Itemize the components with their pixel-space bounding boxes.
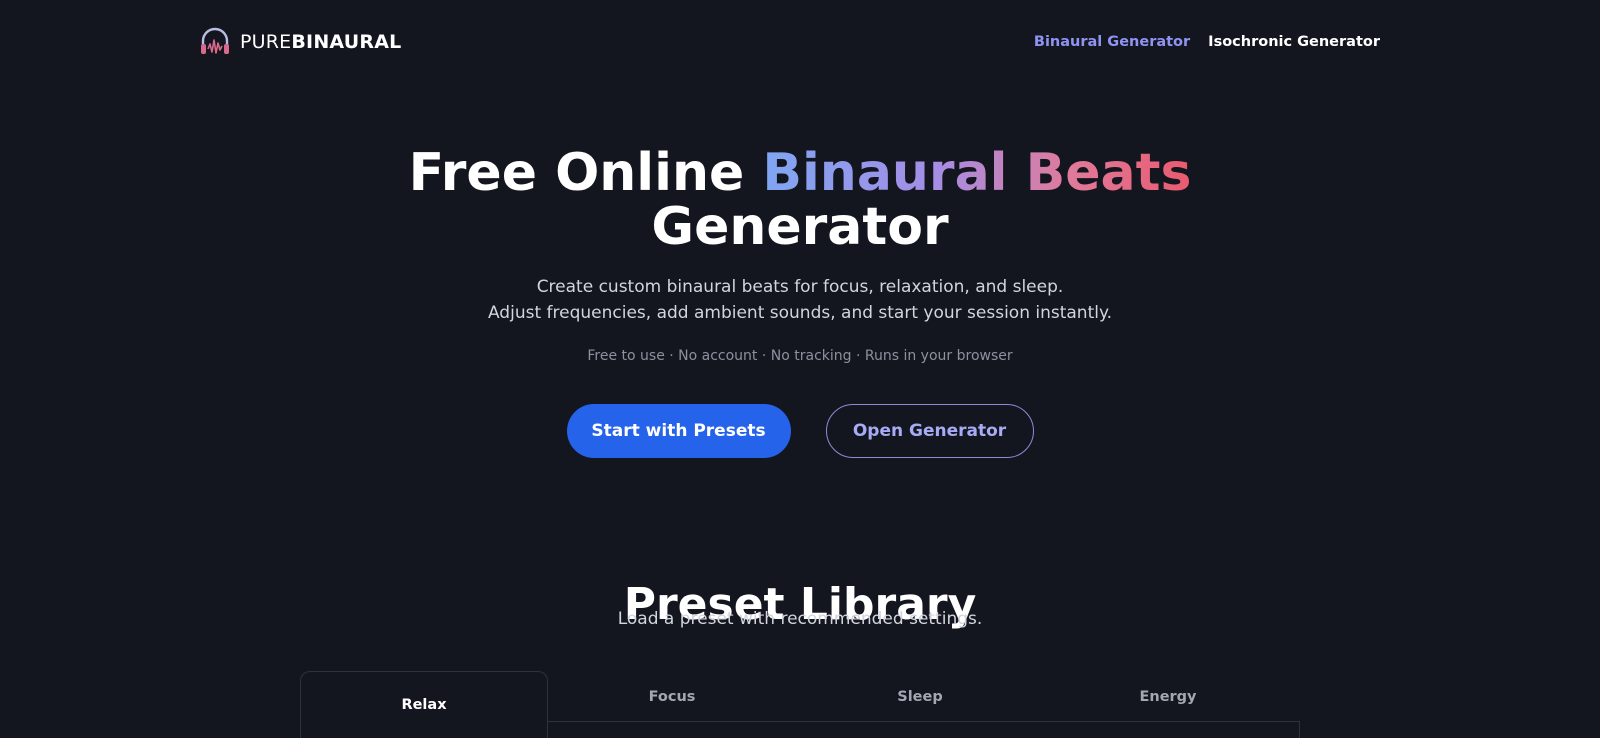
hero-cta-group: Start with Presets Open Generator [0,404,1600,458]
hero-subtitle-line2: Adjust frequencies, add ambient sounds, … [487,303,1113,323]
hero-title-part2: Generator [651,197,949,257]
logo-text-light: PURE [240,31,292,53]
headphones-waveform-icon [201,27,229,54]
tab-focus[interactable]: Focus [548,671,796,722]
tab-energy[interactable]: Energy [1044,671,1292,722]
hero-title-highlight: Binaural Beats [762,143,1192,203]
site-header: PUREBINAURAL Binaural Generator Isochron… [198,22,1380,62]
hero-subtitle: Create custom binaural beats for focus, … [0,274,1600,326]
panel-edge-right [1299,721,1300,738]
preset-library-subtitle: Load a preset with recommended settings. [617,609,983,629]
nav-binaural-generator[interactable]: Binaural Generator [1034,34,1190,50]
logo-text: PUREBINAURAL [240,31,401,53]
hero-title: Free Online Binaural Beats Generator [0,146,1600,254]
page: PUREBINAURAL Binaural Generator Isochron… [0,0,1600,738]
start-with-presets-button[interactable]: Start with Presets [566,404,791,458]
open-generator-button[interactable]: Open Generator [825,404,1034,458]
logo-text-bold: BINAURAL [291,31,402,53]
hero-feature-note: Free to use · No account · No tracking ·… [587,348,1013,364]
hero-subtitle-line1: Create custom binaural beats for focus, … [536,277,1064,297]
hero-title-part1: Free Online [408,143,763,203]
site-logo[interactable]: PUREBINAURAL [198,25,401,59]
tab-sleep[interactable]: Sleep [796,671,1044,722]
preset-tabs: Relax Focus Sleep Energy [300,671,1299,738]
tab-relax[interactable]: Relax [300,671,548,738]
main-nav: Binaural Generator Isochronic Generator [1034,34,1380,50]
nav-isochronic-generator[interactable]: Isochronic Generator [1208,34,1380,50]
